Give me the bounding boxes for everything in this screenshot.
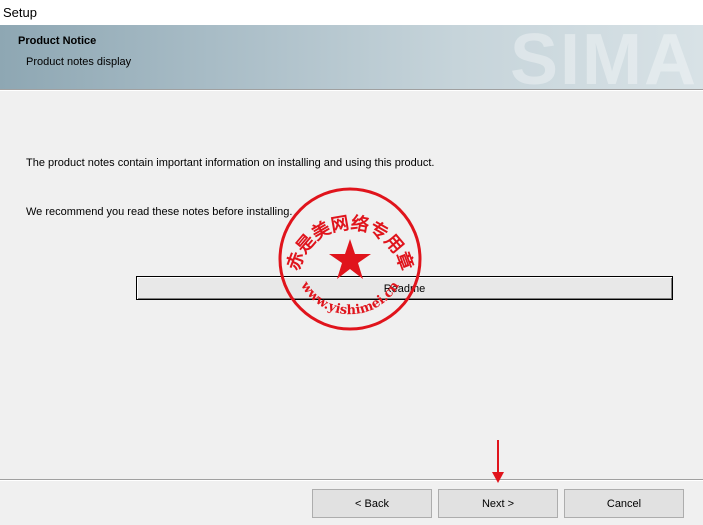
seal-bottom-text: www.yishimei.cn <box>297 278 403 318</box>
back-button[interactable]: < Back <box>312 489 432 518</box>
seal-star <box>329 239 371 279</box>
annotation-arrow-icon <box>492 440 504 483</box>
cancel-button-label: Cancel <box>606 498 642 510</box>
info-text-recommend: We recommend you read these notes before… <box>26 206 293 218</box>
cancel-button[interactable]: Cancel <box>564 489 684 518</box>
info-text-notes: The product notes contain important info… <box>26 157 435 169</box>
brand-watermark: SIMA <box>510 25 698 89</box>
seal-stamp-image: 赤是美网络专用章 www.yishimei.cn <box>278 187 422 331</box>
header-divider <box>0 89 703 91</box>
footer-divider <box>0 479 703 481</box>
back-button-label: < Back <box>355 498 389 510</box>
header-banner: SIMA Product Notice Product notes displa… <box>0 25 703 89</box>
next-button[interactable]: Next > <box>438 489 558 518</box>
page-subtitle: Product notes display <box>26 56 132 68</box>
next-button-label: Next > <box>481 498 515 510</box>
page-title: Product Notice <box>18 35 97 47</box>
window-title: Setup <box>3 5 37 20</box>
window-titlebar: Setup <box>0 0 703 25</box>
